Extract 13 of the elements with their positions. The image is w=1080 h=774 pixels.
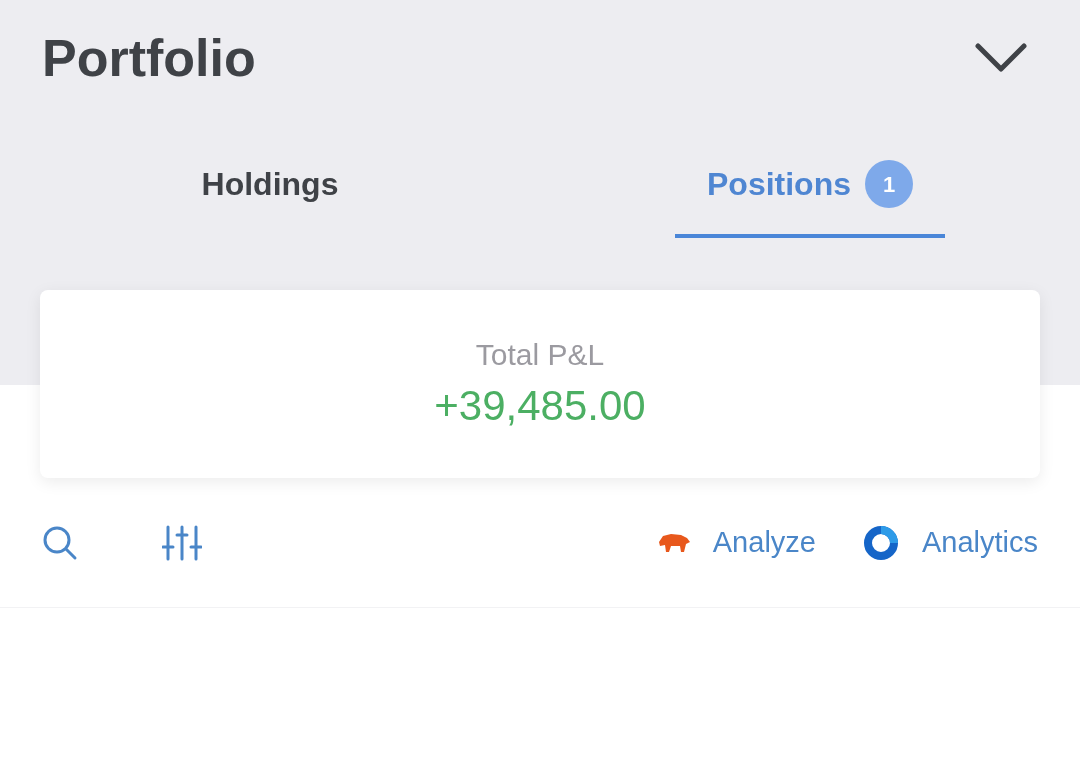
count-badge: 1 — [865, 160, 913, 208]
chevron-down-icon[interactable] — [974, 42, 1028, 74]
ring-icon — [861, 523, 900, 562]
analytics-button[interactable]: Analytics — [861, 520, 1038, 565]
search-icon[interactable] — [42, 524, 78, 561]
pnl-label: Total P&L — [475, 337, 605, 373]
analyze-button[interactable]: Analyze — [656, 520, 816, 565]
pnl-value: +39,485.00 — [434, 380, 646, 431]
tab[interactable]: Holdings — [135, 148, 405, 238]
bull-icon — [656, 531, 691, 554]
filter-sliders-icon[interactable] — [162, 524, 202, 561]
page-title: Portfolio — [42, 32, 256, 84]
tab[interactable]: Positions 1 — [675, 148, 945, 238]
